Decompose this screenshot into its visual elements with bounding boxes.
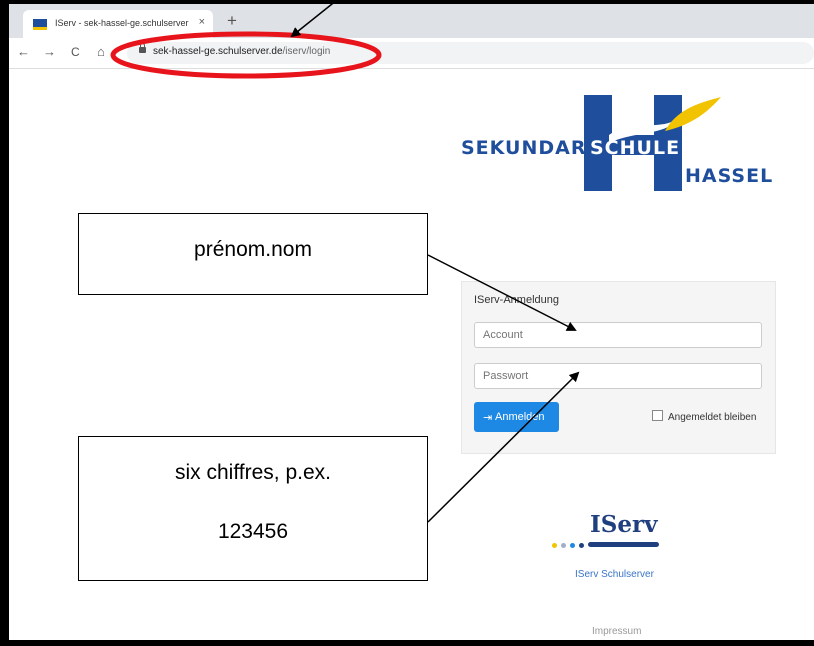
url-highlight-ellipse — [110, 31, 382, 79]
arrow-to-password — [427, 371, 580, 523]
arrow-to-account — [427, 254, 577, 331]
arrow-to-url — [290, 0, 338, 38]
annotation-overlay — [110, 0, 580, 523]
